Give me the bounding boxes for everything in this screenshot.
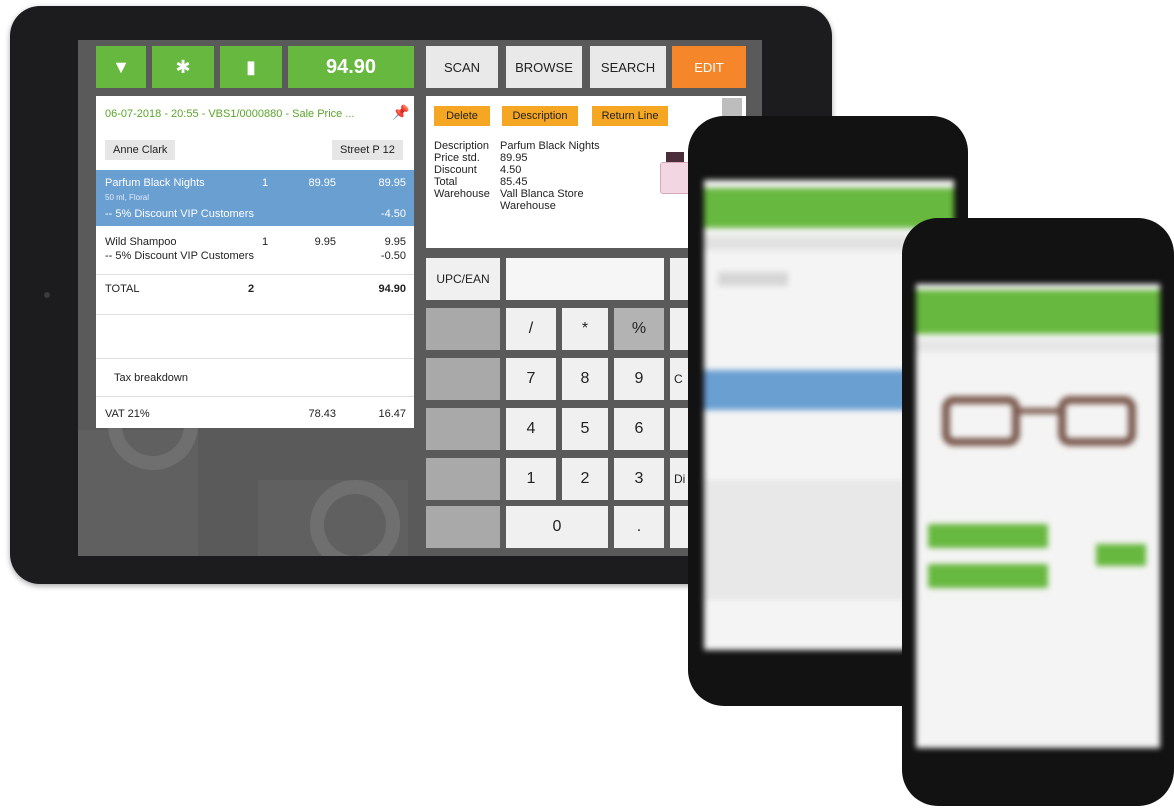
barcode-input[interactable] <box>506 258 664 300</box>
key-divide[interactable]: / <box>506 308 556 350</box>
pos-screen: ▼ ✱ ▮ 94.90 SCAN BROWSE SEARCH EDIT 06-0… <box>78 40 762 556</box>
glasses-image <box>942 396 1020 446</box>
key-7[interactable]: 7 <box>506 358 556 400</box>
detail-value: Vall Blanca Store Warehouse <box>500 188 584 212</box>
browse-button[interactable]: BROWSE <box>506 46 582 88</box>
key-5[interactable]: 5 <box>562 408 608 450</box>
key-1[interactable]: 1 <box>506 458 556 500</box>
ticket-line-selected[interactable]: Parfum Black Nights 1 89.95 89.95 50 ml,… <box>96 170 414 226</box>
ticket-total-value: 94.90 <box>325 55 377 78</box>
phone-toolbar <box>916 290 1160 334</box>
key-9[interactable]: 9 <box>614 358 664 400</box>
customer-chip[interactable]: Anne Clark <box>105 140 176 160</box>
phone-button <box>928 564 1048 588</box>
key-6[interactable]: 6 <box>614 408 664 450</box>
divider <box>96 314 414 316</box>
divider <box>96 358 414 360</box>
detail-label: Discount <box>434 164 477 176</box>
tax-amount: 16.47 <box>378 408 406 420</box>
asterisk-icon: ✱ <box>175 56 191 77</box>
glasses-bridge <box>1016 408 1062 414</box>
total-value: 94.90 <box>378 283 406 295</box>
keypad-blank[interactable] <box>426 458 500 500</box>
ticket-line[interactable]: Wild Shampoo 1 9.95 9.95 -- 5% Discount … <box>96 232 414 270</box>
key-0[interactable]: 0 <box>506 506 608 548</box>
line-total: 9.95 <box>384 236 406 248</box>
ticket-total-row: TOTAL 2 94.90 <box>96 274 414 315</box>
keypad-blank[interactable] <box>426 506 500 548</box>
line-attributes: 50 ml, Floral <box>105 193 150 202</box>
keypad-blank[interactable] <box>426 408 500 450</box>
line-discount: -- 5% Discount VIP Customers <box>105 250 254 262</box>
search-button[interactable]: SEARCH <box>590 46 666 88</box>
line-discount-value: -0.50 <box>380 250 406 262</box>
phone-nav <box>916 340 1160 352</box>
ticket-panel: 06-07-2018 - 20:55 - VBS1/0000880 - Sale… <box>96 96 414 428</box>
detail-label: Price std. <box>434 152 480 164</box>
detail-value: 4.50 <box>500 164 522 176</box>
total-label: TOTAL <box>105 283 140 295</box>
phone-chip <box>718 272 788 286</box>
tax-label: VAT 21% <box>105 408 150 420</box>
ticket-total-button[interactable]: 94.90 <box>288 46 414 88</box>
delete-line-button[interactable]: Delete <box>434 106 490 126</box>
key-3[interactable]: 3 <box>614 458 664 500</box>
line-qty: 1 <box>262 177 269 189</box>
divider <box>96 396 414 398</box>
line-price: 89.95 <box>308 177 336 189</box>
trash-icon: ▮ <box>246 56 256 77</box>
key-percent[interactable]: % <box>614 308 664 350</box>
detail-label: Description <box>434 140 490 152</box>
upc-ean-button[interactable]: UPC/EAN <box>426 258 500 300</box>
description-button[interactable]: Description <box>502 106 578 126</box>
line-price: 9.95 <box>314 236 336 248</box>
key-8[interactable]: 8 <box>562 358 608 400</box>
key-2[interactable]: 2 <box>562 458 608 500</box>
keypad-blank[interactable] <box>426 358 500 400</box>
phone-button <box>928 524 1048 548</box>
phone-device <box>902 218 1174 806</box>
pin-icon[interactable]: 📌 <box>392 104 409 121</box>
tablet-camera <box>44 292 50 298</box>
chevron-down-icon: ▼ <box>112 56 130 77</box>
detail-value: 89.95 <box>500 152 528 164</box>
line-discount-value: -4.50 <box>380 208 406 220</box>
scroll-handle[interactable] <box>722 98 742 118</box>
edit-button[interactable]: EDIT <box>672 46 746 88</box>
ticket-header: 06-07-2018 - 20:55 - VBS1/0000880 - Sale… <box>105 108 355 120</box>
detail-label: Warehouse <box>434 188 490 200</box>
product-image-cap <box>666 152 684 162</box>
key-multiply[interactable]: * <box>562 308 608 350</box>
dropdown-button[interactable]: ▼ <box>96 46 146 88</box>
address-chip[interactable]: Street P 12 <box>332 140 403 160</box>
tax-breakdown-title: Tax breakdown <box>114 372 188 384</box>
scan-button[interactable]: SCAN <box>426 46 498 88</box>
line-qty: 1 <box>262 236 269 248</box>
detail-value: Parfum Black Nights <box>500 140 600 152</box>
delete-ticket-button[interactable]: ▮ <box>220 46 282 88</box>
keypad-blank[interactable] <box>426 308 500 350</box>
detail-label: Total <box>434 176 458 188</box>
line-discount: -- 5% Discount VIP Customers <box>105 208 254 220</box>
line-name: Parfum Black Nights <box>105 177 205 189</box>
key-decimal[interactable]: . <box>614 506 664 548</box>
key-4[interactable]: 4 <box>506 408 556 450</box>
tax-base: 78.43 <box>308 408 336 420</box>
line-name: Wild Shampoo <box>105 236 177 248</box>
detail-value: 85.45 <box>500 176 528 188</box>
total-qty: 2 <box>248 283 255 295</box>
phone-button <box>1096 544 1146 566</box>
line-total: 89.95 <box>378 177 406 189</box>
favorites-button[interactable]: ✱ <box>152 46 214 88</box>
phone-toolbar <box>704 188 954 228</box>
return-line-button[interactable]: Return Line <box>592 106 668 126</box>
phone-screen-blurred <box>916 284 1160 748</box>
glasses-image <box>1058 396 1136 446</box>
